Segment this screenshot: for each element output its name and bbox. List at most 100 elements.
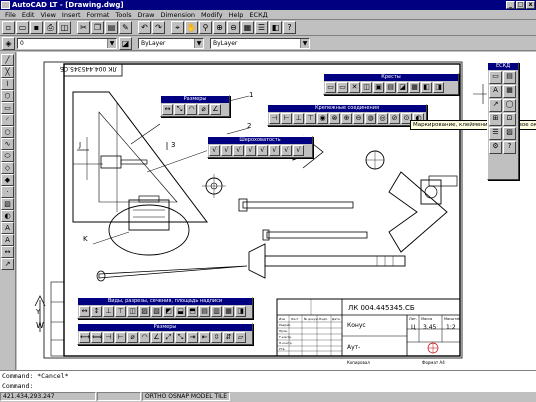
joint-9-icon[interactable]: ◍ xyxy=(365,113,376,124)
dim-7-icon[interactable]: ∠ xyxy=(151,332,162,343)
joint-7-icon[interactable]: ⊕ xyxy=(341,113,352,124)
point-icon[interactable]: · xyxy=(1,186,14,198)
eskd-leader-icon[interactable]: ↗ xyxy=(489,99,502,112)
size-diameter-icon[interactable]: ⌀ xyxy=(198,104,209,115)
leader-icon[interactable]: ↗ xyxy=(1,258,14,270)
view-2-icon[interactable]: ↕ xyxy=(91,306,102,317)
menu-file[interactable]: File xyxy=(2,11,19,19)
linetype-select[interactable]: ByLayer ▼ xyxy=(210,38,310,49)
cross-2-icon[interactable]: ▭ xyxy=(337,82,348,93)
size-radius-icon[interactable]: ◠ xyxy=(186,104,197,115)
rectangle-icon[interactable]: ▭ xyxy=(1,102,14,114)
close-button[interactable]: x xyxy=(526,1,535,9)
make-current-icon[interactable]: ◪ xyxy=(119,37,132,50)
paste-icon[interactable]: ▤ xyxy=(105,21,118,34)
dim-4-icon[interactable]: ⊢ xyxy=(115,332,126,343)
size-linear-icon[interactable]: ↔ xyxy=(162,104,173,115)
multiline-text-icon[interactable]: A xyxy=(1,234,14,246)
dim-14-icon[interactable]: ▱ xyxy=(235,332,246,343)
rough-4-icon[interactable]: √ xyxy=(245,145,256,156)
joint-6-icon[interactable]: ⊗ xyxy=(329,113,340,124)
dim-5-icon[interactable]: ⌀ xyxy=(127,332,138,343)
view-5-icon[interactable]: ◫ xyxy=(127,306,138,317)
status-modes[interactable]: ORTHO OSNAP MODEL TILE xyxy=(142,392,231,401)
joint-4-icon[interactable]: ⊤ xyxy=(305,113,316,124)
open-file-icon[interactable]: ▭ xyxy=(16,21,29,34)
dim-3-icon[interactable]: ⊣ xyxy=(103,332,114,343)
eskd-table-icon[interactable]: ▦ xyxy=(503,85,516,98)
rough-2-icon[interactable]: √ xyxy=(221,145,232,156)
cross-8-icon[interactable]: ▦ xyxy=(409,82,420,93)
rough-3-icon[interactable]: √ xyxy=(233,145,244,156)
menu-view[interactable]: View xyxy=(37,11,58,19)
view-8-icon[interactable]: ◩ xyxy=(163,306,174,317)
rough-7-icon[interactable]: √ xyxy=(281,145,292,156)
eskd-spec-icon[interactable]: ☰ xyxy=(489,127,502,140)
joint-11-icon[interactable]: ⊘ xyxy=(389,113,400,124)
insert-block-icon[interactable]: ◇ xyxy=(1,162,14,174)
cross-9-icon[interactable]: ◧ xyxy=(421,82,432,93)
joint-5-icon[interactable]: ◉ xyxy=(317,113,328,124)
menu-edit[interactable]: Edit xyxy=(19,11,38,19)
zoom-realtime-icon[interactable]: ⚲ xyxy=(199,21,212,34)
preview-icon[interactable]: ◫ xyxy=(58,21,71,34)
eskd-help-icon[interactable]: ? xyxy=(503,141,516,154)
cross-10-icon[interactable]: ◨ xyxy=(433,82,444,93)
dim-12-icon[interactable]: ⇳ xyxy=(211,332,222,343)
size-angle-icon[interactable]: ∠ xyxy=(210,104,221,115)
arc-icon[interactable]: ◜ xyxy=(1,114,14,126)
view-13-icon[interactable]: ▦ xyxy=(223,306,234,317)
zoom-previous-icon[interactable]: ⊖ xyxy=(227,21,240,34)
line-icon[interactable]: ╱ xyxy=(1,54,14,66)
menu-insert[interactable]: Insert xyxy=(59,11,84,19)
view-3-icon[interactable]: ⊥ xyxy=(103,306,114,317)
dim-11-icon[interactable]: ⇤ xyxy=(199,332,210,343)
cross-4-icon[interactable]: ◫ xyxy=(361,82,372,93)
maximize-button[interactable]: □ xyxy=(516,1,525,9)
joint-2-icon[interactable]: ⊢ xyxy=(281,113,292,124)
view-14-icon[interactable]: ◨ xyxy=(235,306,246,317)
eskd-settings-icon[interactable]: ⚙ xyxy=(489,141,502,154)
eskd-stamp-icon[interactable]: ▤ xyxy=(503,71,516,84)
cross-6-icon[interactable]: ▤ xyxy=(385,82,396,93)
app-icon[interactable] xyxy=(1,1,10,9)
redo-icon[interactable]: ↷ xyxy=(152,21,165,34)
view-12-icon[interactable]: ▥ xyxy=(211,306,222,317)
dim-1-icon[interactable]: ⟷ xyxy=(79,332,90,343)
new-file-icon[interactable]: ▫ xyxy=(2,21,15,34)
copy-icon[interactable]: ❐ xyxy=(91,21,104,34)
region-icon[interactable]: ◐ xyxy=(1,210,14,222)
properties-icon[interactable]: ☰ xyxy=(255,21,268,34)
snap-icon[interactable]: ⌖ xyxy=(171,21,184,34)
view-1-icon[interactable]: ↔ xyxy=(79,306,90,317)
menu-modify[interactable]: Modify xyxy=(198,11,226,19)
view-4-icon[interactable]: ⊤ xyxy=(115,306,126,317)
save-icon[interactable]: ▪ xyxy=(30,21,43,34)
joint-1-icon[interactable]: ⊣ xyxy=(269,113,280,124)
view-9-icon[interactable]: ⬓ xyxy=(175,306,186,317)
spline-icon[interactable]: ∿ xyxy=(1,138,14,150)
undo-icon[interactable]: ↶ xyxy=(138,21,151,34)
cross-3-icon[interactable]: ✕ xyxy=(349,82,360,93)
color-select[interactable]: ByLayer ▼ xyxy=(138,38,204,49)
rough-8-icon[interactable]: √ xyxy=(293,145,304,156)
dim-2-icon[interactable]: ⟺ xyxy=(91,332,102,343)
pan-icon[interactable]: ✋ xyxy=(185,21,198,34)
dim-6-icon[interactable]: ◠ xyxy=(139,332,150,343)
view-7-icon[interactable]: ▧ xyxy=(151,306,162,317)
cut-icon[interactable]: ✂ xyxy=(77,21,90,34)
dim-9-icon[interactable]: ⤡ xyxy=(175,332,186,343)
eskd-balloon-icon[interactable]: ◯ xyxy=(503,99,516,112)
cross-7-icon[interactable]: ◪ xyxy=(397,82,408,93)
view-10-icon[interactable]: ⬒ xyxy=(187,306,198,317)
polygon-icon[interactable]: ⬡ xyxy=(1,90,14,102)
menu-format[interactable]: Format xyxy=(84,11,113,19)
minimize-button[interactable]: _ xyxy=(506,1,515,9)
layer-select[interactable]: 0 ▼ xyxy=(17,38,117,49)
eskd-frame-icon[interactable]: ▭ xyxy=(489,71,502,84)
rough-5-icon[interactable]: √ xyxy=(257,145,268,156)
dim-10-icon[interactable]: ⇥ xyxy=(187,332,198,343)
hatch-icon[interactable]: ▨ xyxy=(1,198,14,210)
text-icon[interactable]: A xyxy=(1,222,14,234)
layers-icon[interactable]: ◈ xyxy=(2,37,15,50)
